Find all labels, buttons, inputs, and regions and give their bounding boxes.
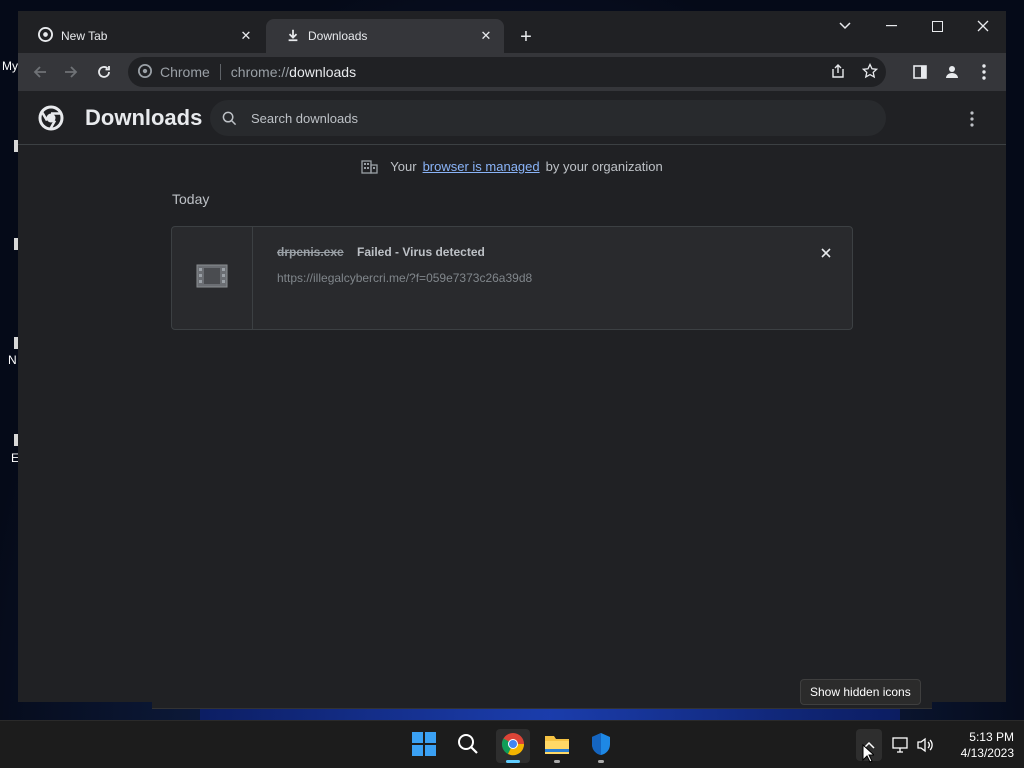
windows-logo-icon [412,731,436,761]
tray-tooltip: Show hidden icons [800,679,921,705]
browser-menu-icon[interactable] [971,59,997,85]
chrome-taskbar-button[interactable] [496,729,530,763]
url-host: downloads [289,64,357,80]
date-section-label: Today [172,191,210,207]
address-bar[interactable]: Chrome chrome:// downloads [128,57,886,87]
download-icon [286,28,300,45]
search-placeholder: Search downloads [251,110,358,126]
chrome-icon [138,63,152,81]
running-indicator [506,760,520,763]
network-icon[interactable] [890,729,910,761]
mouse-cursor-icon [862,743,876,768]
file-explorer-button[interactable] [540,729,574,763]
chrome-logo-icon [38,105,64,136]
tab-new-tab[interactable]: New Tab ✕ [18,19,264,53]
tab-close-button[interactable]: ✕ [478,28,494,44]
remove-download-button[interactable] [816,243,836,263]
minimize-button[interactable] [868,11,914,41]
toolbar: Chrome chrome:// downloads [18,53,1006,91]
new-tab-button[interactable]: + [514,25,538,49]
more-actions-icon[interactable] [970,111,974,132]
page-title: Downloads [85,105,203,130]
running-indicator [554,760,560,763]
folder-icon [544,733,570,760]
search-button[interactable] [451,729,485,763]
managed-suffix: by your organization [545,159,663,174]
file-icon-cell [172,227,253,329]
tab-strip: New Tab ✕ Downloads ✕ + [18,11,1006,53]
start-button[interactable] [407,729,441,763]
tab-title: New Tab [61,29,108,43]
bookmark-star-icon[interactable] [861,62,879,82]
tab-downloads[interactable]: Downloads ✕ [266,19,504,53]
maximize-button[interactable] [914,11,960,41]
tab-title: Downloads [308,29,368,43]
omnibox-divider [219,64,221,80]
close-window-button[interactable] [960,11,1006,41]
running-indicator [598,760,604,763]
download-status: Failed - Virus detected [357,245,485,259]
chrome-window: New Tab ✕ Downloads ✕ + Chrome chrome://… [18,11,1006,702]
tab-search-chevron-icon[interactable] [822,11,868,41]
forward-button[interactable] [58,59,84,85]
tab-close-button[interactable]: ✕ [238,28,254,44]
reload-button[interactable] [91,59,117,85]
downloads-header: Downloads Search downloads [18,91,1006,145]
download-source-url[interactable]: https://illegalcybercri.me/?f=059e7373c2… [277,271,532,285]
site-label: Chrome [160,64,210,80]
share-icon[interactable] [830,63,846,82]
back-button[interactable] [27,59,53,85]
desktop-icon-label[interactable]: My [2,59,18,73]
managed-prefix: Your [390,159,417,174]
chrome-icon [501,732,525,761]
clock-time: 5:13 PM [969,730,1014,744]
desktop-icon-label[interactable]: N [8,353,17,367]
search-icon [457,733,479,760]
file-icon [196,264,228,293]
clock-date: 4/13/2023 [960,746,1014,760]
building-icon [361,159,378,174]
url-scheme: chrome:// [230,64,290,80]
search-downloads-input[interactable]: Search downloads [210,100,886,136]
browser-managed-link[interactable]: browser is managed [423,159,540,174]
downloads-page: Downloads Search downloads Your browser … [18,91,1006,702]
managed-notice: Your browser is managed by your organiza… [18,159,1006,174]
volume-icon[interactable] [914,729,936,761]
system-clock[interactable]: 5:13 PM 4/13/2023 [944,729,1014,761]
download-filename[interactable]: drpenis.exe [277,245,344,259]
download-item: drpenis.exe Failed - Virus detected http… [171,226,853,330]
chrome-icon [38,27,53,45]
defender-button[interactable] [584,729,618,763]
search-icon [222,111,237,126]
profile-avatar-icon[interactable] [939,59,965,85]
shield-icon [590,732,612,761]
side-panel-icon[interactable] [907,59,933,85]
